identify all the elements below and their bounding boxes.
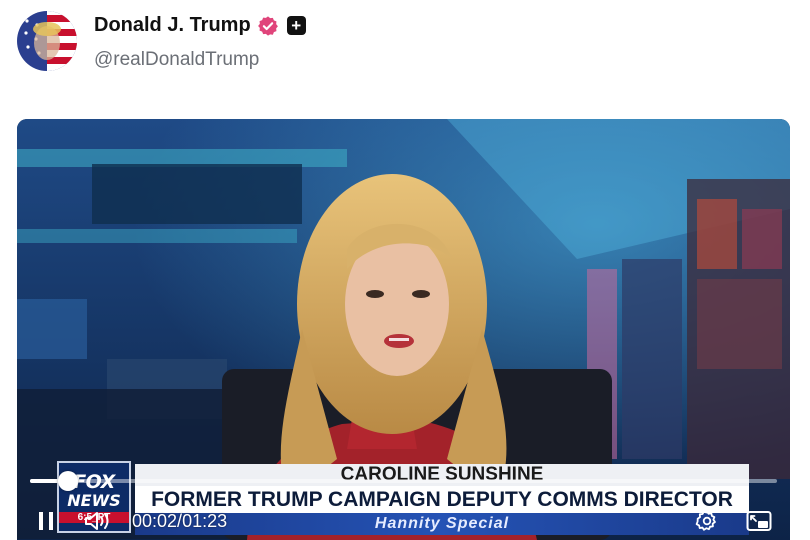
verified-badge-icon [257, 15, 278, 36]
volume-icon[interactable] [84, 510, 112, 532]
user-handle[interactable]: @realDonaldTrump [94, 49, 259, 71]
plus-icon[interactable]: + [286, 16, 306, 35]
display-name[interactable]: Donald J. Trump [94, 14, 251, 37]
video-player[interactable]: FOX NEWS 6:5_PT CAROLINE SUNSHINE FORMER… [17, 119, 790, 540]
pause-button[interactable] [39, 512, 55, 530]
picture-in-picture-icon[interactable] [746, 510, 772, 532]
pause-icon [39, 512, 43, 530]
progress-scrubber[interactable] [30, 471, 777, 491]
duration: 01:23 [182, 511, 228, 531]
network-logo-line2: NEWS [67, 490, 121, 510]
playback-time: 00:02/01:23 [132, 511, 227, 532]
current-time: 00:02 [132, 511, 178, 531]
scrubber-handle[interactable] [58, 471, 78, 491]
avatar[interactable] [17, 11, 77, 71]
settings-icon[interactable] [695, 509, 719, 533]
guest-title: FORMER TRUMP CAMPAIGN DEPUTY COMMS DIREC… [135, 486, 749, 513]
display-name-row: Donald J. Trump + [94, 14, 306, 37]
avatar-image [17, 11, 77, 71]
